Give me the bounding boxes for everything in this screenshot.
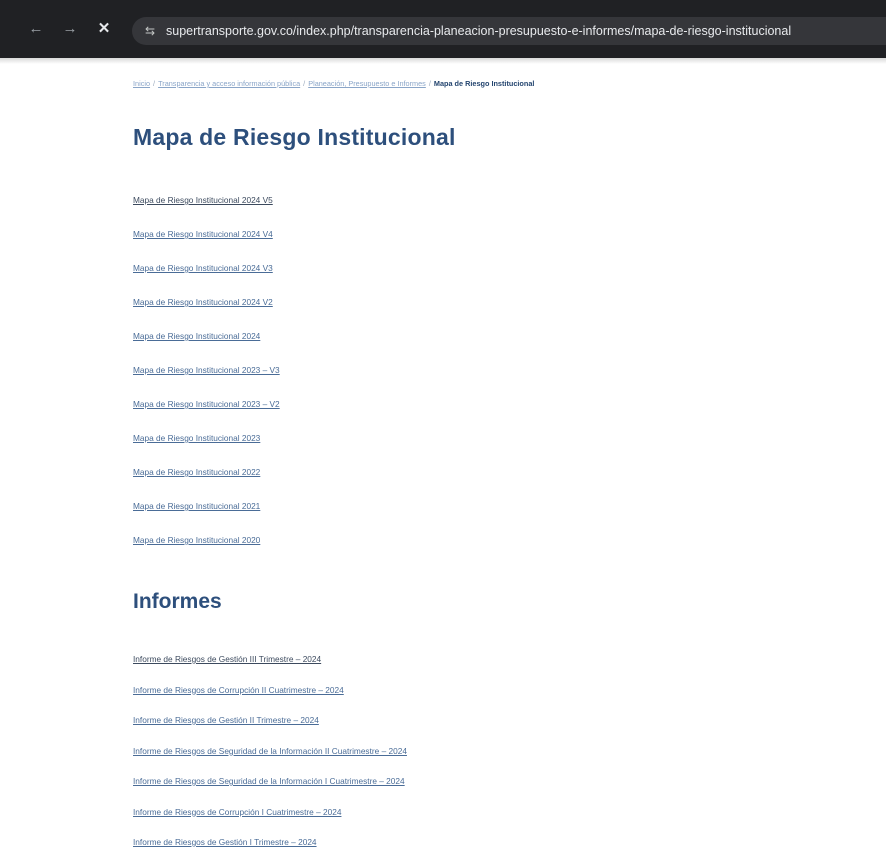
- breadcrumb-link-transparencia[interactable]: Transparencia y acceso información públi…: [158, 79, 300, 88]
- report-link[interactable]: Informe de Riesgos de Seguridad de la In…: [133, 776, 405, 786]
- report-link[interactable]: Informe de Riesgos de Corrupción II Cuat…: [133, 685, 344, 695]
- risk-map-link[interactable]: Mapa de Riesgo Institucional 2023 – V3: [133, 365, 280, 375]
- report-link[interactable]: Informe de Riesgos de Seguridad de la In…: [133, 746, 407, 756]
- list-item: Mapa de Riesgo Institucional 2023 – V3: [133, 360, 280, 394]
- list-item: Informe de Riesgos de Corrupción I Cuatr…: [133, 802, 407, 833]
- list-item: Informe de Riesgos de Corrupción II Cuat…: [133, 680, 407, 711]
- url-text[interactable]: supertransporte.gov.co/index.php/transpa…: [166, 17, 791, 45]
- risk-map-link[interactable]: Mapa de Riesgo Institucional 2022: [133, 467, 260, 477]
- close-icon[interactable]: ✕: [96, 20, 112, 38]
- breadcrumb-link-inicio[interactable]: Inicio: [133, 79, 150, 88]
- risk-map-link[interactable]: Mapa de Riesgo Institucional 2024 V4: [133, 229, 273, 239]
- page-title: Mapa de Riesgo Institucional: [133, 124, 456, 150]
- report-link[interactable]: Informe de Riesgos de Gestión III Trimes…: [133, 654, 321, 664]
- browser-toolbar: ← → ✕ ⇆ supertransporte.gov.co/index.php…: [0, 0, 886, 58]
- breadcrumb-separator: /: [303, 79, 306, 88]
- list-item: Mapa de Riesgo Institucional 2024 V3: [133, 258, 280, 292]
- risk-map-link[interactable]: Mapa de Riesgo Institucional 2020: [133, 535, 260, 545]
- list-item: Informe de Riesgos de Seguridad de la In…: [133, 771, 407, 802]
- list-item: Mapa de Riesgo Institucional 2024: [133, 326, 280, 360]
- list-item: Mapa de Riesgo Institucional 2020: [133, 530, 280, 564]
- list-item: Informe de Riesgos de Gestión II Trimest…: [133, 710, 407, 741]
- risk-map-link[interactable]: Mapa de Riesgo Institucional 2024 V5: [133, 195, 273, 205]
- risk-map-link[interactable]: Mapa de Riesgo Institucional 2023: [133, 433, 260, 443]
- breadcrumb-separator: /: [428, 79, 431, 88]
- tune-icon[interactable]: ⇆: [142, 23, 158, 39]
- breadcrumb-link-planeacion[interactable]: Planeación, Presupuesto e Informes: [308, 79, 426, 88]
- risk-map-link[interactable]: Mapa de Riesgo Institucional 2024 V3: [133, 263, 273, 273]
- risk-map-link[interactable]: Mapa de Riesgo Institucional 2023 – V2: [133, 399, 280, 409]
- list-item: Mapa de Riesgo Institucional 2023 – V2: [133, 394, 280, 428]
- risk-map-list: Mapa de Riesgo Institucional 2024 V5 Map…: [133, 190, 280, 564]
- list-item: Mapa de Riesgo Institucional 2022: [133, 462, 280, 496]
- breadcrumb: Inicio / Transparencia y acceso informació…: [133, 79, 873, 88]
- risk-map-link[interactable]: Mapa de Riesgo Institucional 2024: [133, 331, 260, 341]
- list-item: Mapa de Riesgo Institucional 2024 V4: [133, 224, 280, 258]
- report-link[interactable]: Informe de Riesgos de Gestión I Trimestr…: [133, 837, 317, 847]
- list-item: Mapa de Riesgo Institucional 2024 V2: [133, 292, 280, 326]
- breadcrumb-separator: /: [153, 79, 156, 88]
- list-item: Mapa de Riesgo Institucional 2021: [133, 496, 280, 530]
- report-link[interactable]: Informe de Riesgos de Corrupción I Cuatr…: [133, 807, 341, 817]
- list-item: Informe de Riesgos de Gestión I Trimestr…: [133, 832, 407, 863]
- toolbar-shadow: [0, 58, 886, 64]
- breadcrumb-current: Mapa de Riesgo Institucional: [433, 79, 535, 88]
- risk-map-link[interactable]: Mapa de Riesgo Institucional 2021: [133, 501, 260, 511]
- list-item: Informe de Riesgos de Seguridad de la In…: [133, 741, 407, 772]
- section-title-informes: Informes: [133, 590, 222, 613]
- arrow-left-icon[interactable]: ←: [28, 20, 44, 38]
- report-link[interactable]: Informe de Riesgos de Gestión II Trimest…: [133, 715, 319, 725]
- address-bar[interactable]: ⇆ supertransporte.gov.co/index.php/trans…: [132, 17, 886, 45]
- list-item: Mapa de Riesgo Institucional 2023: [133, 428, 280, 462]
- list-item: Informe de Riesgos de Gestión III Trimes…: [133, 649, 407, 680]
- arrow-right-icon[interactable]: →: [62, 20, 78, 38]
- list-item: Mapa de Riesgo Institucional 2024 V5: [133, 190, 280, 224]
- risk-map-link[interactable]: Mapa de Riesgo Institucional 2024 V2: [133, 297, 273, 307]
- report-list: Informe de Riesgos de Gestión III Trimes…: [133, 649, 407, 863]
